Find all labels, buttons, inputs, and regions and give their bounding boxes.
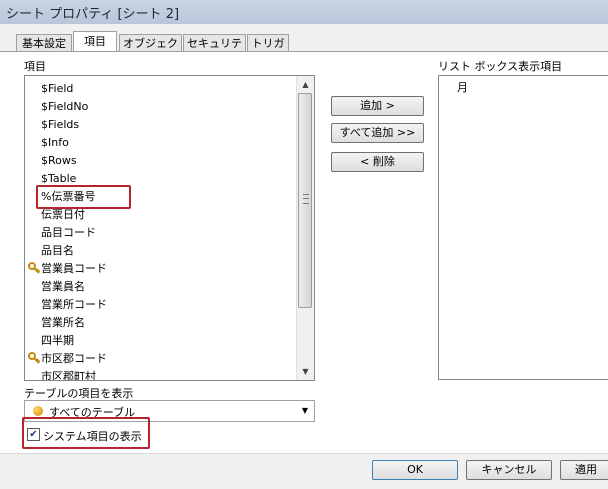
tab-fields[interactable]: 項目 bbox=[73, 31, 117, 52]
grip-icon bbox=[303, 194, 309, 204]
key-icon bbox=[28, 352, 41, 366]
key-icon bbox=[28, 262, 41, 276]
highlight-box-field bbox=[36, 185, 131, 209]
window-title: シート プロパティ [シート 2] bbox=[6, 7, 180, 22]
scroll-down-icon[interactable]: ▼ bbox=[297, 363, 314, 380]
fields-listbox[interactable]: $Field $FieldNo $Fields $Info $Rows $Tab… bbox=[24, 75, 315, 381]
tab-basic[interactable]: 基本設定 bbox=[16, 34, 72, 51]
scroll-thumb[interactable] bbox=[298, 93, 312, 308]
ok-button[interactable]: OK bbox=[372, 460, 458, 480]
dialog-footer: OK キャンセル 適用 bbox=[0, 453, 608, 489]
tab-triggers[interactable]: トリガー bbox=[247, 34, 289, 67]
fields-scrollbar[interactable]: ▲ ▼ bbox=[296, 76, 314, 380]
listbox-fields-label: リスト ボックス表示項目 bbox=[438, 60, 563, 73]
fields-label: 項目 bbox=[24, 60, 46, 73]
remove-button[interactable]: < 削除 bbox=[331, 152, 424, 172]
tab-objects[interactable]: オブジェクト bbox=[119, 34, 182, 67]
listbox-fields-list[interactable]: 月 bbox=[438, 75, 608, 380]
add-button[interactable]: 追加 > bbox=[331, 96, 424, 116]
chevron-down-icon[interactable]: ▼ bbox=[302, 406, 308, 415]
tab-security[interactable]: セキュリティ bbox=[183, 34, 246, 67]
add-all-button[interactable]: すべて追加 >> bbox=[331, 123, 424, 143]
table-filter-label: テーブルの項目を表示 bbox=[24, 387, 134, 400]
highlight-box-system bbox=[22, 417, 150, 449]
list-item[interactable]: 月 bbox=[457, 79, 468, 97]
cancel-button[interactable]: キャンセル bbox=[466, 460, 552, 480]
scroll-up-icon[interactable]: ▲ bbox=[297, 76, 314, 93]
title-bar: シート プロパティ [シート 2] bbox=[0, 0, 608, 25]
apply-button[interactable]: 適用 bbox=[560, 460, 608, 480]
tab-strip: 基本設定 項目 オブジェクト セキュリティ トリガー bbox=[0, 24, 608, 67]
table-icon bbox=[33, 406, 43, 416]
